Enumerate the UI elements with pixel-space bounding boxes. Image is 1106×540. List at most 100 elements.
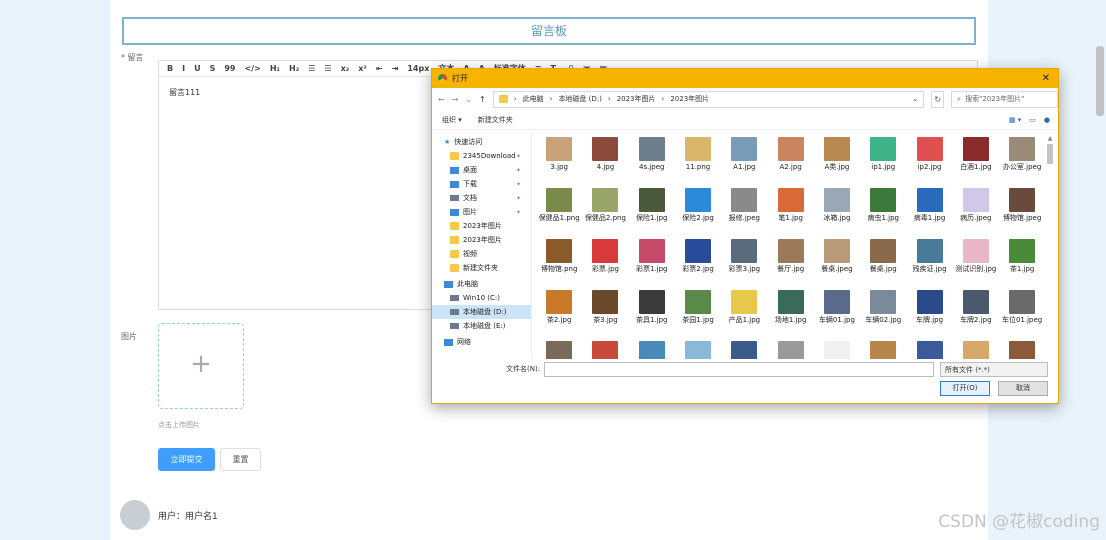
cancel-button[interactable]: 取消 bbox=[998, 381, 1048, 396]
toolbar-button[interactable]: ⇤ bbox=[376, 64, 383, 73]
file-item[interactable]: A2.jpg bbox=[767, 135, 813, 186]
toolbar-button[interactable]: 14px bbox=[407, 64, 429, 73]
file-item[interactable]: 保险1.jpg bbox=[629, 186, 675, 237]
toolbar-button[interactable]: B bbox=[167, 64, 173, 73]
file-item[interactable]: 博物馆.jpeg bbox=[999, 186, 1045, 237]
open-button[interactable]: 打开(O) bbox=[940, 381, 990, 396]
toolbar-button[interactable]: ⇥ bbox=[392, 64, 399, 73]
file-item[interactable]: 博物馆.png bbox=[536, 237, 582, 288]
nav-item[interactable]: 2345Download ✦ bbox=[432, 149, 531, 163]
toolbar-button[interactable]: U bbox=[194, 64, 201, 73]
nav-item[interactable]: Win10 (C:) bbox=[432, 291, 531, 305]
file-item[interactable] bbox=[860, 339, 906, 359]
file-item[interactable]: ip1.jpg bbox=[860, 135, 906, 186]
file-item[interactable]: 笔1.jpg bbox=[767, 186, 813, 237]
file-item[interactable]: 4.jpg bbox=[582, 135, 628, 186]
file-item[interactable] bbox=[906, 339, 952, 359]
file-item[interactable]: 餐桌.jpeg bbox=[814, 237, 860, 288]
file-item[interactable]: 彩票.jpg bbox=[582, 237, 628, 288]
scroll-up-icon[interactable]: ▲ bbox=[1046, 135, 1054, 142]
file-item[interactable]: A类.jpg bbox=[814, 135, 860, 186]
reset-button[interactable]: 重置 bbox=[220, 448, 261, 471]
back-arrow-icon[interactable]: ← bbox=[438, 95, 445, 104]
toolbar-button[interactable]: </> bbox=[245, 64, 261, 73]
file-item[interactable]: 餐桌.jpg bbox=[860, 237, 906, 288]
file-item[interactable]: 11.png bbox=[675, 135, 721, 186]
file-item[interactable] bbox=[953, 339, 999, 359]
toolbar-button[interactable]: S bbox=[210, 64, 216, 73]
file-item[interactable]: 餐厅.jpg bbox=[767, 237, 813, 288]
filename-input[interactable] bbox=[544, 362, 934, 377]
toolbar-button[interactable]: 99 bbox=[224, 64, 235, 73]
file-item[interactable]: 冰箱.jpg bbox=[814, 186, 860, 237]
file-item[interactable] bbox=[582, 339, 628, 359]
file-item[interactable]: 病毒1.jpg bbox=[906, 186, 952, 237]
nav-item[interactable]: 此电脑 bbox=[432, 277, 531, 291]
file-item[interactable]: 茶具1.jpg bbox=[629, 288, 675, 339]
file-item[interactable]: 车位01.jpeg bbox=[999, 288, 1045, 339]
nav-item[interactable]: 网络 bbox=[432, 335, 531, 349]
file-item[interactable]: 病历.jpeg bbox=[953, 186, 999, 237]
chevron-down-icon[interactable]: ⌄ bbox=[912, 95, 918, 103]
file-item[interactable]: 车辆02.jpg bbox=[860, 288, 906, 339]
close-icon[interactable]: ✕ bbox=[1042, 73, 1050, 84]
nav-item[interactable]: 2023年图片 bbox=[432, 219, 531, 233]
file-item[interactable] bbox=[629, 339, 675, 359]
file-item[interactable] bbox=[721, 339, 767, 359]
file-grid-scrollbar[interactable]: ▲ bbox=[1046, 135, 1054, 359]
nav-item[interactable]: 图片 ✦ bbox=[432, 205, 531, 219]
new-folder-button[interactable]: 新建文件夹 bbox=[478, 115, 513, 125]
help-icon[interactable]: ● bbox=[1044, 116, 1050, 124]
file-item[interactable]: 4s.jpeg bbox=[629, 135, 675, 186]
file-item[interactable]: 茶2.jpg bbox=[536, 288, 582, 339]
nav-item[interactable]: 2023年图片 bbox=[432, 233, 531, 247]
toolbar-button[interactable]: x² bbox=[358, 64, 367, 73]
nav-item[interactable]: 下载 ✦ bbox=[432, 177, 531, 191]
file-item[interactable]: 茶1.jpg bbox=[999, 237, 1045, 288]
address-bar[interactable]: › 此电脑 › 本地磁盘 (D:) › 2023年图片 › 2023年图片 ⌄ bbox=[492, 90, 925, 108]
submit-button[interactable]: 立即提交 bbox=[158, 448, 215, 471]
breadcrumb-item[interactable]: 2023年图片 bbox=[617, 94, 656, 104]
file-item[interactable]: A1.jpg bbox=[721, 135, 767, 186]
refresh-icon[interactable]: ↻ bbox=[931, 90, 945, 108]
organize-menu[interactable]: 组织 ▾ bbox=[442, 115, 462, 125]
breadcrumb-item[interactable]: 此电脑 bbox=[523, 94, 544, 104]
file-item[interactable] bbox=[767, 339, 813, 359]
chevron-down-icon[interactable]: ⌄ bbox=[465, 95, 472, 104]
toolbar-button[interactable]: x₂ bbox=[341, 64, 350, 73]
file-item[interactable]: 白酒1.jpg bbox=[953, 135, 999, 186]
filetype-select[interactable]: 所有文件 (*.*) bbox=[940, 362, 1048, 377]
file-item[interactable]: ip2.jpg bbox=[906, 135, 952, 186]
toolbar-button[interactable]: ☰ bbox=[308, 64, 315, 73]
file-item[interactable] bbox=[536, 339, 582, 359]
image-upload-box[interactable]: + bbox=[158, 323, 244, 409]
page-scrollbar[interactable] bbox=[1096, 46, 1104, 116]
file-item[interactable] bbox=[999, 339, 1045, 359]
file-item[interactable]: 保健品1.png bbox=[536, 186, 582, 237]
file-item[interactable]: 病虫1.jpg bbox=[860, 186, 906, 237]
search-input[interactable]: ⌕ 搜索"2023年图片" bbox=[951, 90, 1058, 108]
breadcrumb-item[interactable]: 本地磁盘 (D:) bbox=[558, 94, 601, 104]
file-item[interactable]: 3.jpg bbox=[536, 135, 582, 186]
file-item[interactable]: 保险2.jpg bbox=[675, 186, 721, 237]
toolbar-button[interactable]: H₁ bbox=[270, 64, 280, 73]
up-arrow-icon[interactable]: ↑ bbox=[479, 95, 486, 104]
file-item[interactable] bbox=[675, 339, 721, 359]
file-item[interactable]: 产品1.jpg bbox=[721, 288, 767, 339]
file-item[interactable]: 残疾证.jpg bbox=[906, 237, 952, 288]
file-item[interactable]: 彩票1.jpg bbox=[629, 237, 675, 288]
nav-item[interactable]: 文档 ✦ bbox=[432, 191, 531, 205]
nav-item[interactable]: 本地磁盘 (D:) bbox=[432, 305, 531, 319]
file-item[interactable]: 场地1.jpg bbox=[767, 288, 813, 339]
file-item[interactable]: 茶3.jpg bbox=[582, 288, 628, 339]
scroll-thumb[interactable] bbox=[1047, 144, 1053, 164]
nav-item[interactable]: 桌面 ✦ bbox=[432, 163, 531, 177]
toolbar-button[interactable]: ☰ bbox=[324, 64, 331, 73]
preview-pane-icon[interactable]: ▭ bbox=[1029, 116, 1036, 124]
file-item[interactable]: 报修.jpeg bbox=[721, 186, 767, 237]
file-item[interactable]: 测试识别.jpg bbox=[953, 237, 999, 288]
file-item[interactable]: 办公室.jpeg bbox=[999, 135, 1045, 186]
toolbar-button[interactable]: H₂ bbox=[289, 64, 299, 73]
file-item[interactable] bbox=[814, 339, 860, 359]
file-item[interactable]: 车牌2.jpg bbox=[953, 288, 999, 339]
